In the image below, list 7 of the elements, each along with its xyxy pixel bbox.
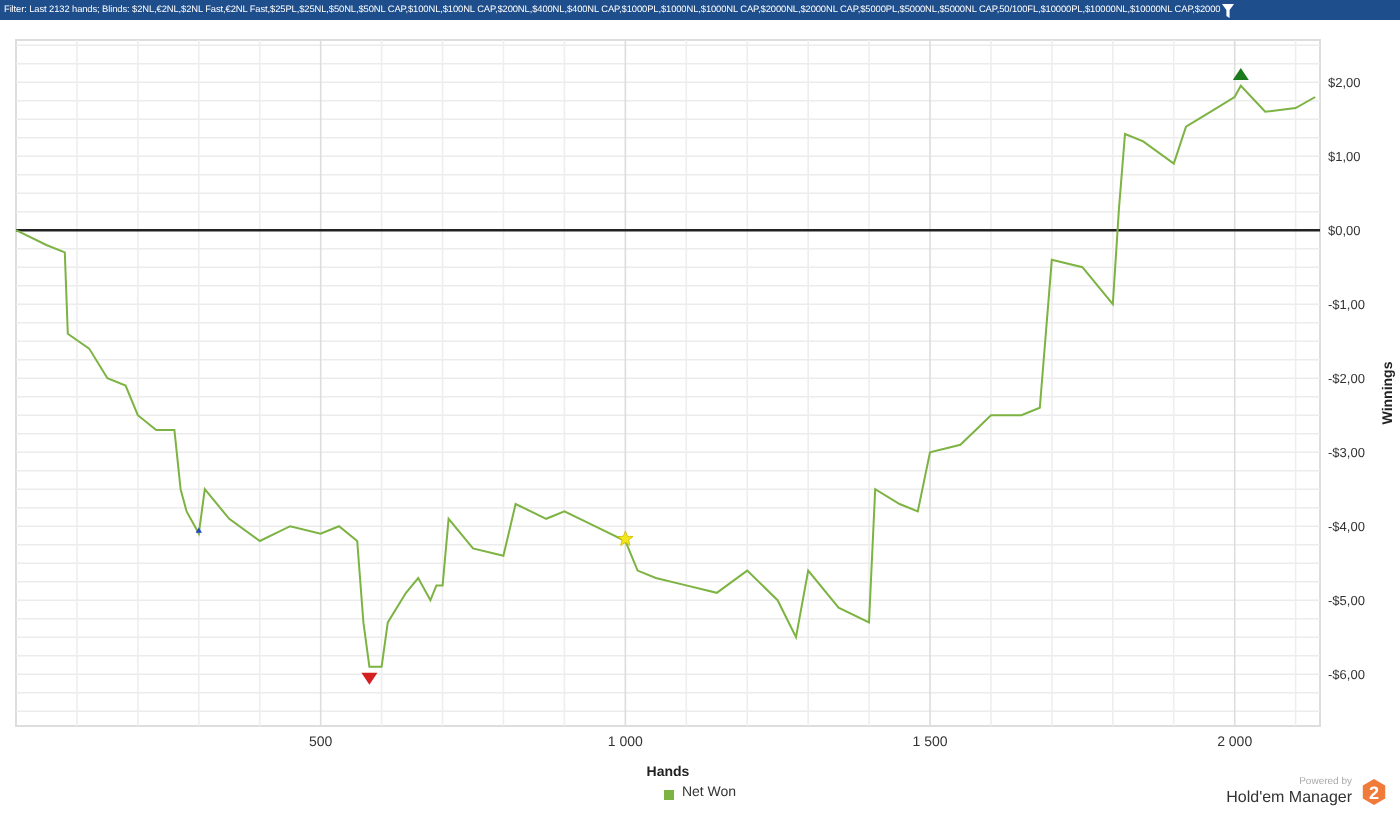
low-marker: [361, 672, 378, 685]
filter-icon[interactable]: [1222, 3, 1235, 17]
star-marker: [617, 530, 634, 546]
peak-marker: [1232, 67, 1249, 80]
triangle-marker: [195, 527, 202, 533]
logo-icon: 2: [1360, 777, 1388, 805]
product-name: Hold'em Manager: [1226, 788, 1352, 806]
